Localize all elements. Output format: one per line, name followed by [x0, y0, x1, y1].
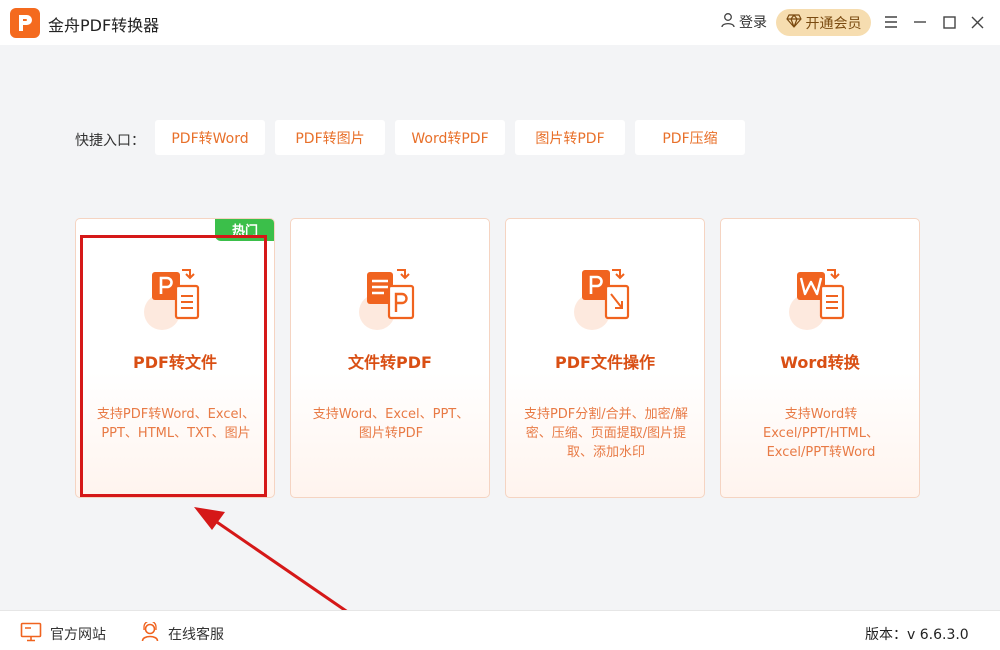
quick-image-to-pdf-button[interactable]: 图片转PDF: [515, 120, 625, 155]
word-convert-icon: [781, 264, 861, 334]
card-pdf-operation[interactable]: PDF文件操作 支持PDF分割/合并、加密/解密、压缩、页面提取/图片提取、添加…: [505, 218, 705, 498]
official-website-label: 官方网站: [50, 627, 106, 643]
card-file-to-pdf[interactable]: 文件转PDF 支持Word、Excel、PPT、图片转PDF: [290, 218, 490, 498]
file-to-pdf-icon: [351, 264, 431, 334]
card-title: 文件转PDF: [348, 353, 432, 372]
login-label: 登录: [739, 15, 767, 31]
version-label: 版本：v 6.6.3.0: [865, 627, 969, 643]
hot-badge: 热门: [215, 219, 274, 241]
user-icon: [720, 12, 736, 32]
minimize-icon[interactable]: [911, 13, 929, 31]
quick-pdf-to-word-button[interactable]: PDF转Word: [155, 120, 265, 155]
card-title: Word转换: [780, 353, 860, 372]
card-description: 支持Word、Excel、PPT、图片转PDF: [312, 407, 470, 441]
maximize-icon[interactable]: [940, 13, 958, 31]
quick-entry-label: 快捷入口：: [75, 133, 145, 149]
pdf-operation-icon: [566, 264, 646, 334]
vip-label: 开通会员: [805, 15, 862, 32]
login-button[interactable]: 登录: [720, 12, 767, 32]
card-title: PDF转文件: [133, 353, 217, 372]
main-panel: 快捷入口： PDF转Word PDF转图片 Word转PDF 图片转PDF PD…: [0, 45, 1000, 610]
footer-bar: 官方网站 在线客服 版本：v 6.6.3.0: [0, 610, 1000, 650]
close-icon[interactable]: [968, 13, 986, 31]
customer-service-icon: [140, 620, 160, 646]
card-description: 支持PDF转Word、Excel、PPT、HTML、TXT、图片: [96, 407, 256, 441]
quick-pdf-to-image-button[interactable]: PDF转图片: [275, 120, 385, 155]
online-support-link[interactable]: 在线客服: [140, 620, 224, 646]
quick-word-to-pdf-button[interactable]: Word转PDF: [395, 120, 505, 155]
card-word-convert[interactable]: Word转换 支持Word转Excel/PPT/HTML、Excel/PPT转W…: [720, 218, 920, 498]
title-bar: 金舟PDF转换器 登录 开通会员: [0, 0, 1000, 45]
monitor-icon: [20, 622, 42, 646]
card-title: PDF文件操作: [555, 353, 655, 372]
card-description: 支持PDF分割/合并、加密/解密、压缩、页面提取/图片提取、添加水印: [523, 407, 689, 460]
pdf-to-file-icon: [136, 264, 216, 334]
quick-pdf-compress-button[interactable]: PDF压缩: [635, 120, 745, 155]
card-pdf-to-file[interactable]: 热门 PDF转文件 支持PDF转Word、Excel、PPT、HTML、TXT、…: [75, 218, 275, 498]
vip-button[interactable]: 开通会员: [776, 9, 871, 36]
menu-icon[interactable]: [882, 13, 900, 31]
online-support-label: 在线客服: [168, 627, 224, 643]
app-logo-icon: [10, 8, 40, 38]
app-title: 金舟PDF转换器: [48, 16, 160, 35]
official-website-link[interactable]: 官方网站: [20, 622, 106, 646]
diamond-icon: [785, 13, 802, 32]
card-description: 支持Word转Excel/PPT/HTML、Excel/PPT转Word: [763, 407, 879, 460]
